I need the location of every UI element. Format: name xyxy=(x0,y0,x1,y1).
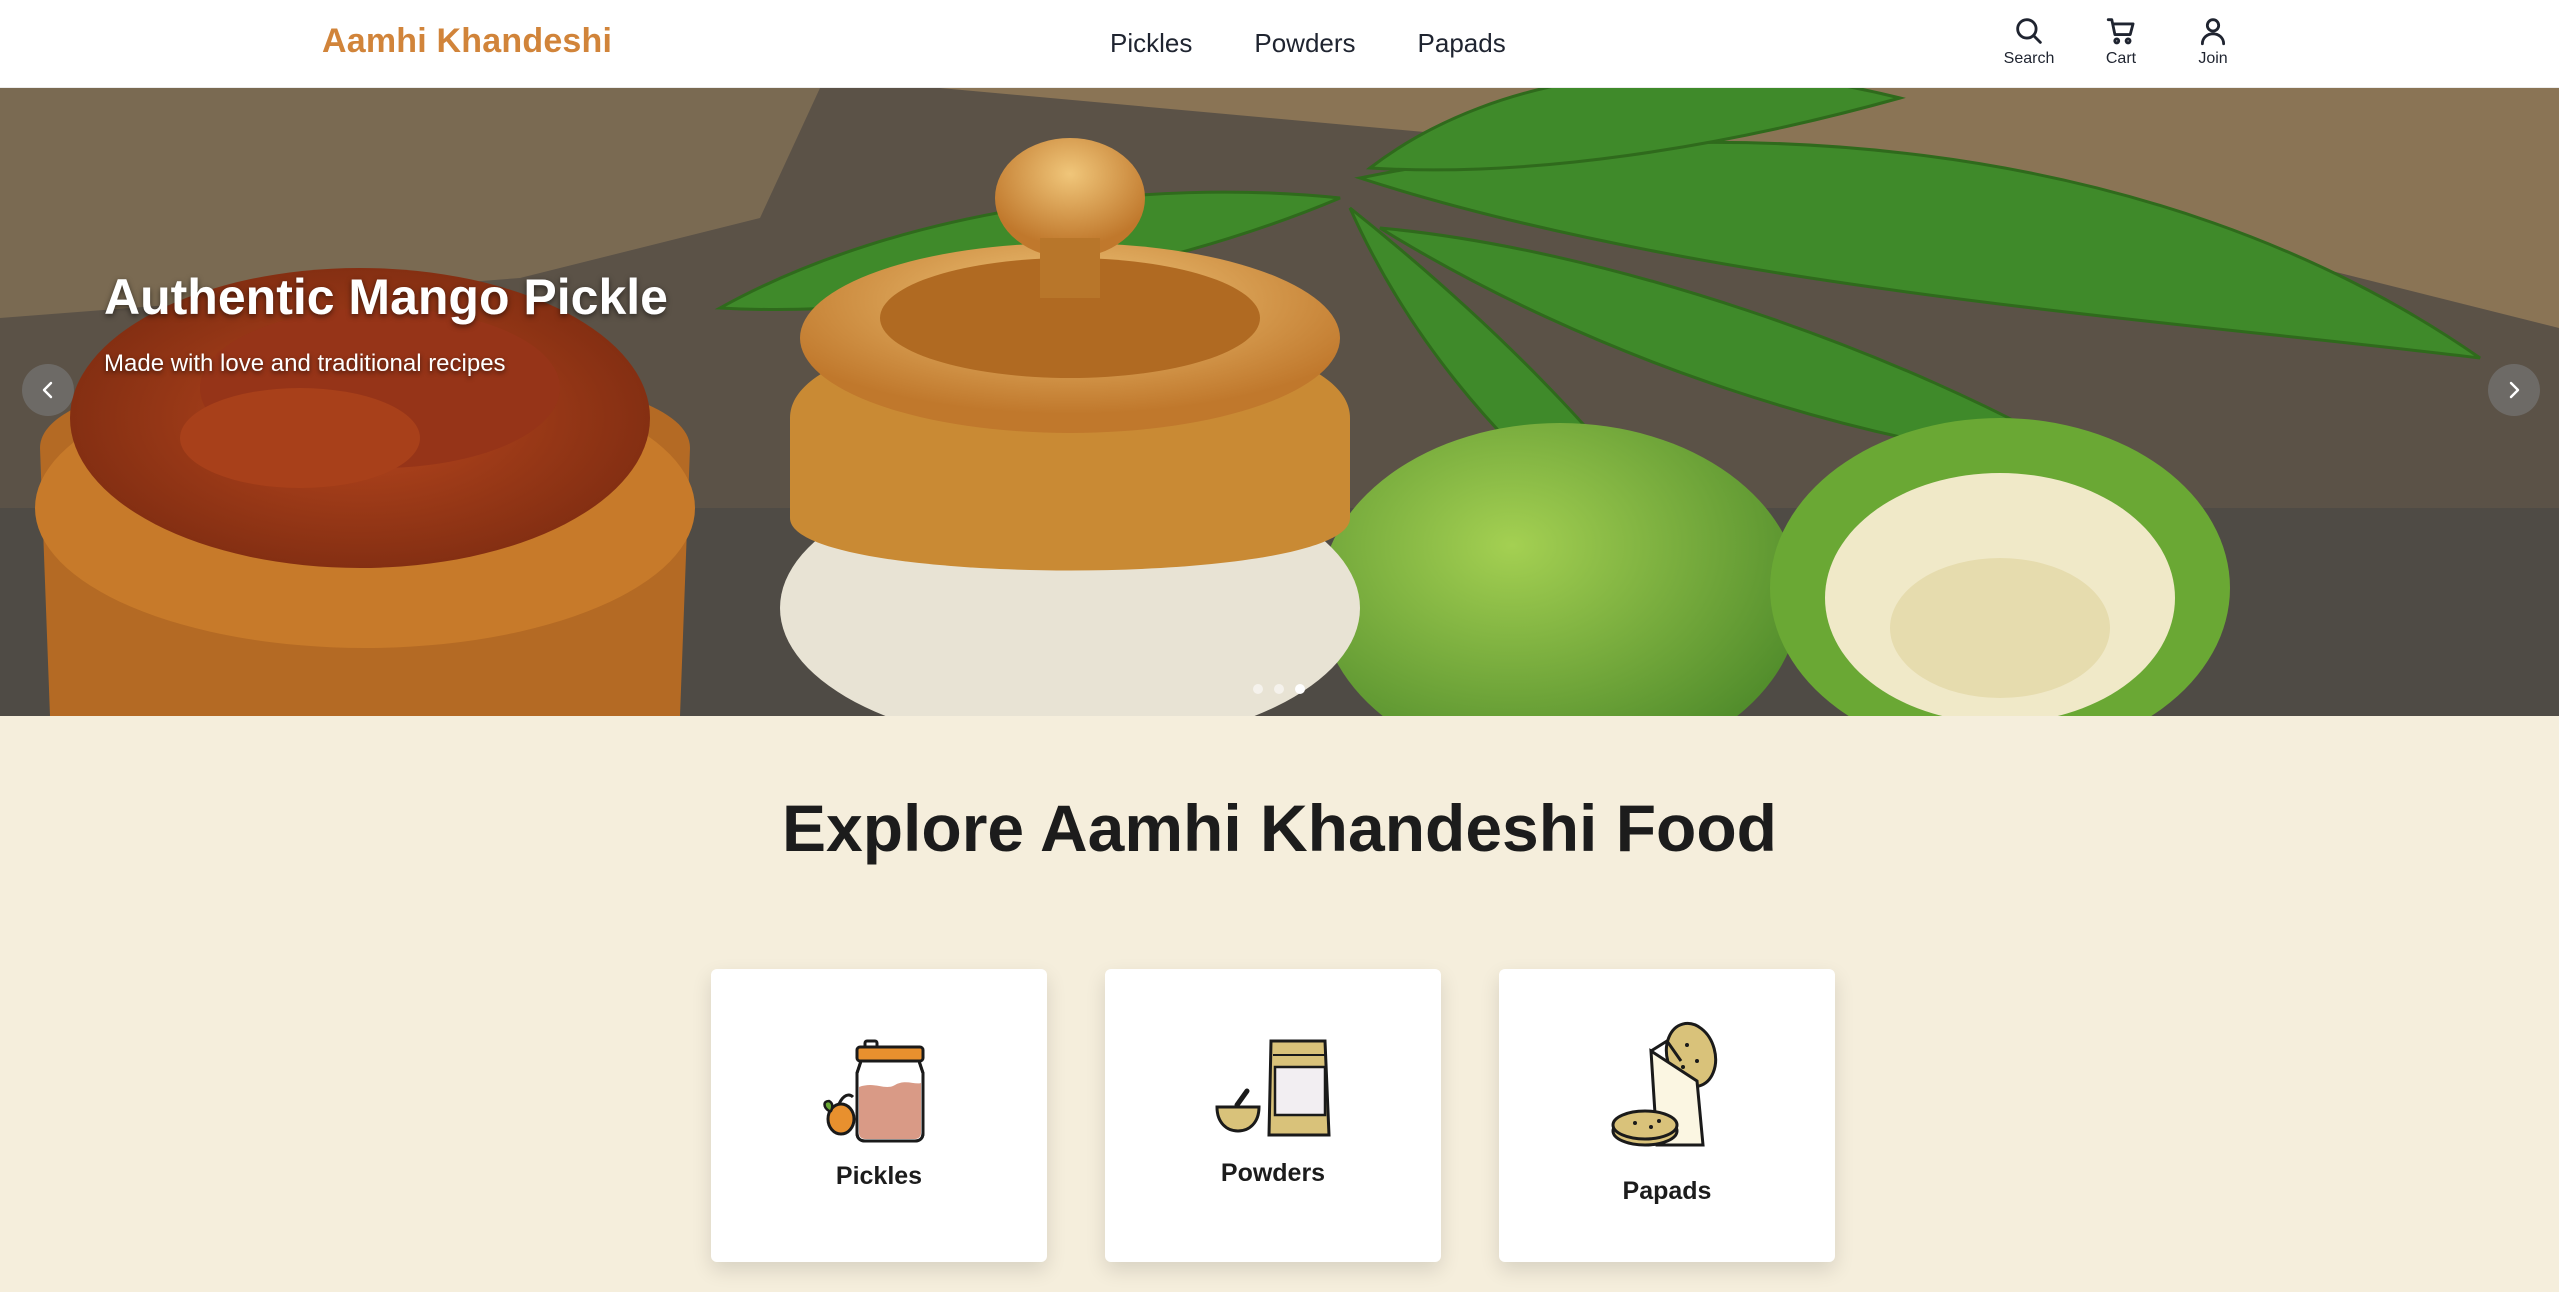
carousel-dot-2[interactable] xyxy=(1274,684,1284,694)
cart-label: Cart xyxy=(2105,50,2137,67)
category-card-papads[interactable]: Papads xyxy=(1499,969,1835,1262)
hero-title: Authentic Mango Pickle xyxy=(104,269,668,325)
nav-link-papads[interactable]: Papads xyxy=(1418,28,1506,59)
carousel-dot-3[interactable] xyxy=(1295,684,1305,694)
carousel-next-button[interactable] xyxy=(2488,364,2540,416)
site-header: Aamhi Khandeshi Pickles Powders Papads S… xyxy=(0,0,2559,88)
cart-icon xyxy=(2106,18,2135,45)
category-label-powders: Powders xyxy=(1220,1159,1326,1187)
category-card-pickles[interactable]: Pickles xyxy=(711,969,1047,1262)
category-label-papads: Papads xyxy=(1622,1177,1712,1205)
join-button[interactable]: Join xyxy=(2185,14,2241,68)
chevron-right-icon xyxy=(2509,381,2520,399)
cart-button[interactable]: Cart xyxy=(2093,14,2149,68)
carousel-dots xyxy=(1253,684,1305,694)
hero-image xyxy=(0,88,2559,716)
main-nav: Pickles Powders Papads xyxy=(1110,28,1506,59)
carousel-dot-1[interactable] xyxy=(1253,684,1263,694)
hero-carousel: Authentic Mango Pickle Made with love an… xyxy=(0,88,2559,716)
nav-link-powders[interactable]: Powders xyxy=(1254,28,1355,59)
header-actions: Search Cart Join xyxy=(2001,14,2241,68)
papad-icon xyxy=(1499,1021,1835,1155)
user-icon xyxy=(2200,18,2226,46)
pickle-jar-icon xyxy=(711,1033,1047,1145)
chevron-left-icon xyxy=(42,381,53,399)
carousel-prev-button[interactable] xyxy=(22,364,74,416)
hero-subtitle: Made with love and traditional recipes xyxy=(104,350,506,377)
category-label-pickles: Pickles xyxy=(835,1162,923,1190)
join-label: Join xyxy=(2198,50,2228,67)
powder-packet-icon xyxy=(1105,1035,1441,1139)
search-button[interactable]: Search xyxy=(2001,14,2057,68)
nav-link-pickles[interactable]: Pickles xyxy=(1110,28,1192,59)
search-icon xyxy=(2016,18,2042,44)
brand-logo[interactable]: Aamhi Khandeshi xyxy=(322,22,612,61)
search-label: Search xyxy=(2003,50,2055,67)
explore-heading: Explore Aamhi Khandeshi Food xyxy=(782,791,1777,865)
category-card-powders[interactable]: Powders xyxy=(1105,969,1441,1262)
